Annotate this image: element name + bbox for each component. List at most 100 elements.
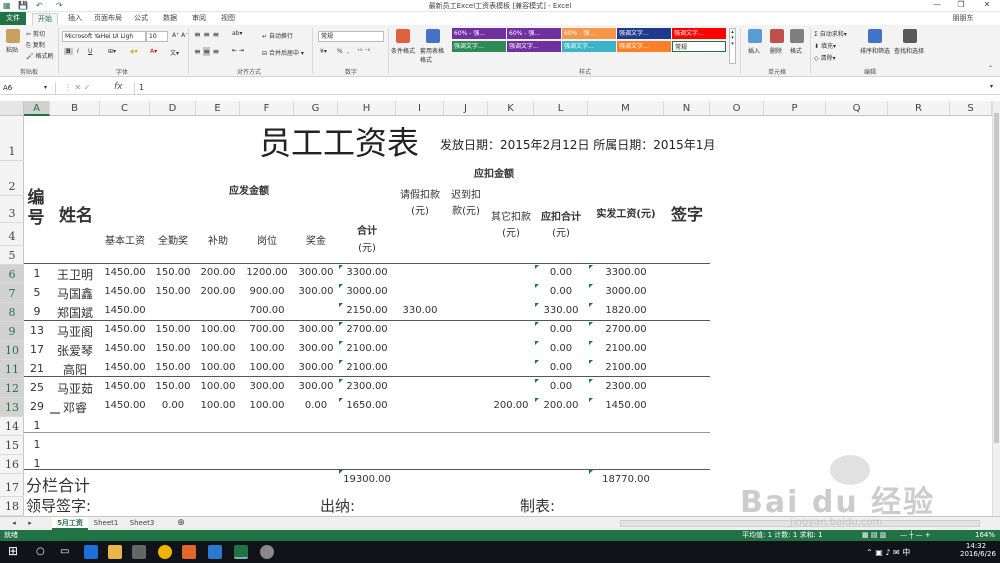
cell-style-option[interactable]: 强调文字...: [452, 41, 506, 52]
currency-icon[interactable]: ¥▾: [320, 48, 327, 55]
cell-subsidy[interactable]: 100.00: [196, 343, 240, 354]
name-box[interactable]: A6: [0, 82, 56, 94]
explorer-icon[interactable]: [108, 545, 122, 559]
row-header-16[interactable]: 16: [0, 455, 24, 474]
cell-style-option[interactable]: 常规: [672, 41, 726, 52]
cell-basic[interactable]: 1450.00: [100, 400, 150, 411]
cell-net[interactable]: 2300.00: [588, 381, 664, 392]
header-leave[interactable]: 请假扣款: [396, 186, 444, 201]
select-all-corner[interactable]: [0, 101, 24, 116]
cell-attend[interactable]: 150.00: [150, 324, 196, 335]
header-subsidy[interactable]: 补助: [196, 232, 240, 247]
paste-icon[interactable]: [6, 29, 20, 43]
cell-basic[interactable]: 1450.00: [100, 267, 150, 278]
collapse-ribbon-icon[interactable]: ⌃: [988, 65, 993, 72]
column-header-n[interactable]: N: [664, 101, 710, 116]
close-icon[interactable]: ✕: [978, 0, 996, 9]
tray-icons[interactable]: ⌃ ▣ ♪ ✉ 中: [866, 547, 910, 558]
delete-cells-button[interactable]: 删除: [770, 46, 782, 55]
column-header-m[interactable]: M: [588, 101, 664, 116]
column-header-r[interactable]: R: [888, 101, 950, 116]
search-icon[interactable]: ○: [36, 546, 45, 557]
add-sheet-icon[interactable]: ⊕: [174, 517, 188, 530]
cell-total[interactable]: 1650.00: [338, 400, 396, 411]
cell-attend[interactable]: 150.00: [150, 343, 196, 354]
column-header-p[interactable]: P: [764, 101, 826, 116]
column-header-s[interactable]: S: [950, 101, 992, 116]
row-name[interactable]: 高阳: [50, 361, 100, 378]
app-icon[interactable]: [260, 545, 274, 559]
cell-style-option[interactable]: 强调文字...: [507, 41, 561, 52]
cell-dtotal[interactable]: 0.00: [534, 362, 588, 373]
comma-button[interactable]: ,: [347, 48, 349, 55]
row-header-15[interactable]: 15: [0, 436, 24, 455]
row-name[interactable]: 马亚阁: [50, 323, 100, 340]
subtotal-total[interactable]: 19300.00: [338, 474, 396, 485]
cell-subsidy[interactable]: 100.00: [196, 400, 240, 411]
header-deduct-total-unit[interactable]: (元): [534, 224, 588, 239]
clock[interactable]: 14:32 2016/6/26: [960, 542, 996, 558]
windows-start-icon[interactable]: ⊞: [8, 544, 18, 558]
tab-file[interactable]: 文件: [0, 12, 26, 25]
cell-post[interactable]: 300.00: [240, 381, 294, 392]
fill-button[interactable]: ⬇ 填充▾: [814, 41, 836, 50]
scroll-right-icon[interactable]: ▸: [24, 517, 36, 530]
scroll-thumb[interactable]: [994, 113, 999, 443]
conditional-format-icon[interactable]: [396, 29, 410, 43]
restore-icon[interactable]: ❐: [952, 0, 970, 9]
orientation-icon[interactable]: ab▾: [232, 30, 243, 37]
row-id[interactable]: 1: [24, 457, 50, 470]
cell-style-option[interactable]: 60% - 强...: [562, 28, 616, 39]
column-header-k[interactable]: K: [488, 101, 534, 116]
font-size-select[interactable]: 10: [146, 31, 168, 42]
zoom-level[interactable]: 164%: [975, 530, 995, 541]
cell-dtotal[interactable]: 0.00: [534, 343, 588, 354]
row-name[interactable]: 郑国斌: [50, 304, 100, 321]
cell-post[interactable]: 900.00: [240, 286, 294, 297]
percent-button[interactable]: %: [337, 48, 343, 55]
align-top-icon[interactable]: ≡ ≡ ≡: [194, 30, 219, 39]
row-header-2[interactable]: 2: [0, 161, 24, 196]
format-painter-button[interactable]: 🖌 格式刷: [26, 51, 54, 60]
vertical-scrollbar[interactable]: [992, 101, 1000, 516]
row-header-18[interactable]: 18: [0, 497, 24, 516]
cell-attend[interactable]: 150.00: [150, 381, 196, 392]
cell-bonus[interactable]: 300.00: [294, 381, 338, 392]
row-id[interactable]: 1: [24, 438, 50, 451]
header-attend[interactable]: 全勤奖: [150, 232, 196, 247]
cell-dtotal[interactable]: 0.00: [534, 286, 588, 297]
cell-dtotal[interactable]: 200.00: [534, 400, 588, 411]
cell-style-option[interactable]: 60% - 强...: [452, 28, 506, 39]
header-late[interactable]: 迟到扣: [444, 186, 488, 201]
fill-color-icon[interactable]: ◈▾: [130, 48, 138, 55]
cell-attend[interactable]: 150.00: [150, 362, 196, 373]
row-name[interactable]: 马国鑫: [50, 285, 100, 302]
table-format-icon[interactable]: [426, 29, 440, 43]
row-id[interactable]: 5: [24, 286, 50, 299]
edge-icon[interactable]: [84, 545, 98, 559]
cell-style-option[interactable]: 强调文字...: [672, 28, 726, 39]
header-other-unit[interactable]: (元): [488, 224, 534, 239]
clear-button[interactable]: ◇ 清除▾: [814, 53, 836, 62]
font-color-icon[interactable]: A▾: [150, 48, 157, 55]
cell-basic[interactable]: 1450.00: [100, 381, 150, 392]
sort-filter-button[interactable]: 排序和筛选: [860, 46, 890, 55]
format-cells-icon[interactable]: [790, 29, 804, 43]
row-header-12[interactable]: 12: [0, 379, 24, 398]
header-deduct-total[interactable]: 应扣合计: [534, 208, 588, 223]
row-id[interactable]: 13: [24, 324, 50, 337]
cell-post[interactable]: 100.00: [240, 343, 294, 354]
row-id[interactable]: 25: [24, 381, 50, 394]
header-deduct[interactable]: 应扣金额: [464, 165, 524, 180]
conditional-format-button[interactable]: 条件格式: [391, 46, 415, 55]
row-header-5[interactable]: 5: [0, 246, 24, 265]
zoom-slider[interactable]: — ┼ — +: [900, 530, 931, 541]
expand-formula-icon[interactable]: ▾: [990, 83, 993, 90]
user-name[interactable]: 朋朋东: [946, 13, 980, 24]
sheet-tab-sheet1[interactable]: Sheet1: [90, 517, 122, 530]
cell-attend[interactable]: 0.00: [150, 400, 196, 411]
indent-icon[interactable]: ⇤ ⇥: [232, 47, 244, 54]
cell-post[interactable]: 700.00: [240, 305, 294, 316]
cashier-label[interactable]: 出纳:: [320, 495, 380, 516]
cell-basic[interactable]: 1450.00: [100, 362, 150, 373]
